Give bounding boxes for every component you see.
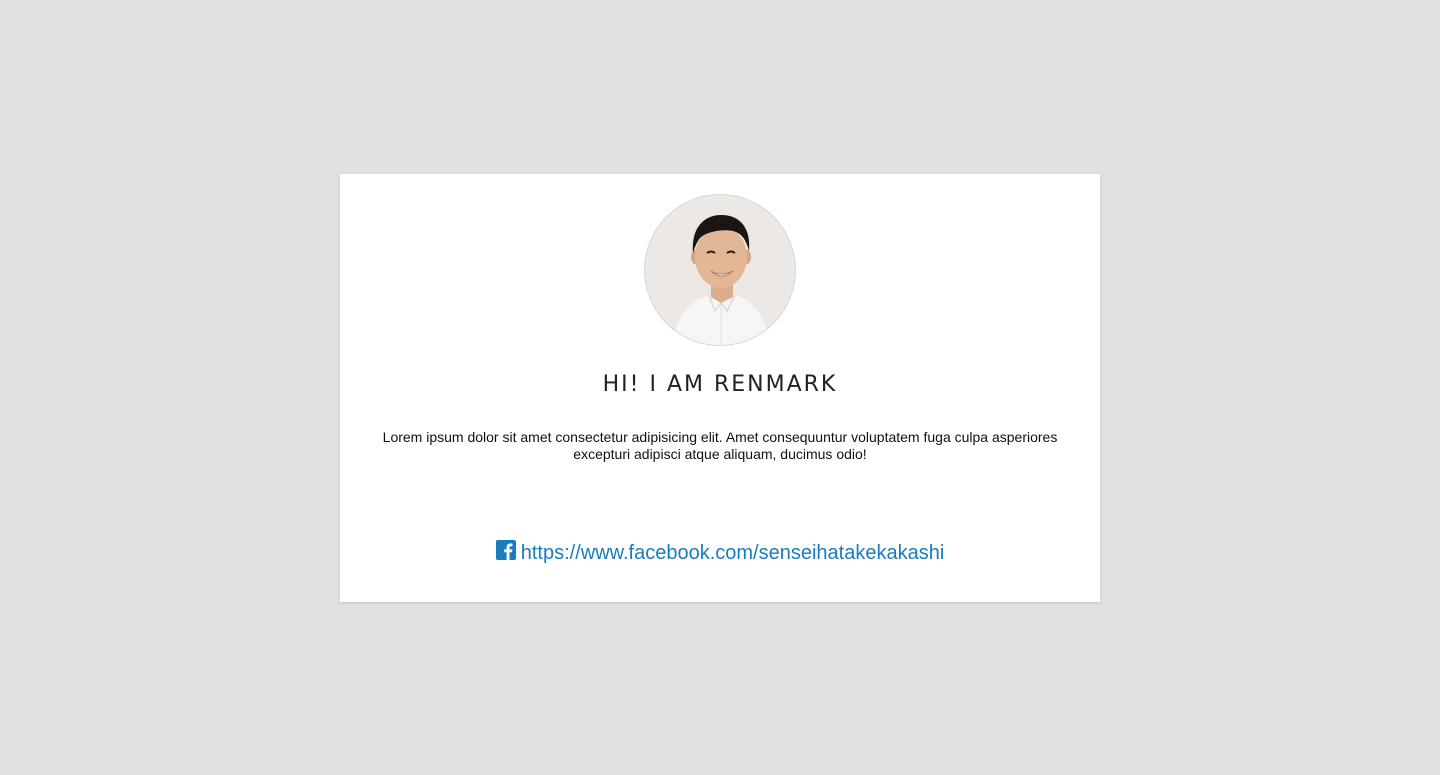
page-title: HI! I AM RENMARK <box>602 372 838 397</box>
avatar <box>644 194 796 346</box>
social-links: https://www.facebook.com/senseihatakekak… <box>340 539 1100 565</box>
facebook-link[interactable]: https://www.facebook.com/senseihatakekak… <box>521 542 945 565</box>
profile-card: HI! I AM RENMARK Lorem ipsum dolor sit a… <box>340 174 1100 602</box>
profile-description: Lorem ipsum dolor sit amet consectetur a… <box>382 429 1058 462</box>
profile-photo <box>645 195 795 345</box>
facebook-icon[interactable] <box>495 539 516 560</box>
